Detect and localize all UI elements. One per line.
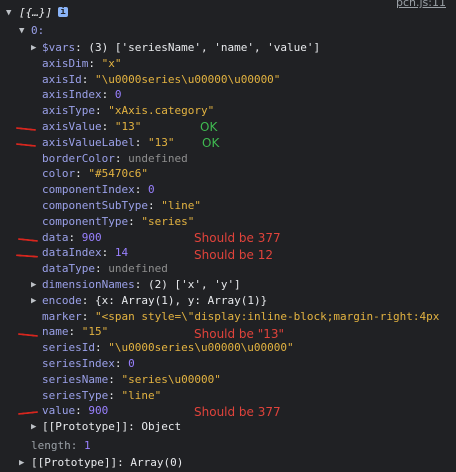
property-row: axisValue: "13" [42,120,142,133]
property-row[interactable]: ▶ encode: {x: Array(1), y: Array(1)} [31,293,267,309]
property-key: [[Prototype]] [42,420,129,434]
property-value: "#5470c6" [88,167,148,181]
property-key: color [42,167,76,181]
property-key: value [42,404,76,418]
property-key: dataType [42,262,95,276]
source-link[interactable]: pch.js:11 [396,0,446,9]
property-row: componentIndex: 0 [42,183,155,197]
property-value: (3) ['seriesName', 'name', 'value'] [88,41,321,54]
item-row[interactable]: ▼ 0: [19,23,44,39]
collapse-arrow-icon[interactable]: ▼ [6,5,16,21]
property-key: seriesType [42,388,109,402]
highlight-mark [15,254,39,258]
property-key: $vars [42,41,76,54]
expand-arrow-icon[interactable]: ▶ [31,277,41,293]
property-key: dataIndex [42,246,102,260]
property-key: axisDim [42,56,89,70]
property-value: "\u0000series\u00000\u00000" [108,341,294,355]
property-value: Object [141,420,182,434]
property-key: seriesId [42,341,95,355]
property-value: "series\u00000" [121,372,221,386]
property-row: data: 900 [42,230,102,244]
property-row[interactable]: ▶ $vars: (3) ['seriesName', 'name', 'valu… [31,40,320,56]
array-header-row[interactable]: ▼ [{…}] [6,5,52,21]
property-key: marker [42,309,82,323]
array-prototype-row[interactable]: ▶ [[Prototype]]: Array(0) [19,455,183,471]
property-row: seriesIndex: 0 [42,357,135,370]
property-row: axisId: "\u0000series\u00000\u00000" [42,72,281,86]
expand-arrow-icon[interactable]: ▶ [31,40,41,56]
property-value: 14 [114,246,129,260]
property-row: name: "15" [42,325,109,339]
property-key: name [42,325,69,339]
expand-arrow-icon[interactable]: ▶ [19,455,29,471]
property-value: "xAxis.category" [108,104,215,118]
property-key: axisId [42,72,82,86]
property-key: borderColor [42,151,115,165]
property-value: undefined [128,151,188,165]
annotation-value: Should be 377 [194,405,281,419]
property-key: seriesIndex [42,357,115,370]
property-value: 900 [81,230,102,244]
property-row: axisDim: "x" [42,56,122,70]
property-key: seriesName [42,372,109,386]
property-row[interactable]: ▶ [[Prototype]]: Object [31,419,181,435]
property-key: axisType [42,104,95,118]
property-value: "\u0000series\u00000\u00000" [95,72,281,86]
property-key: encode [42,293,82,307]
property-key: axisValueLabel [42,135,135,149]
annotation-ok-axisvalue: OK [200,120,218,134]
property-row: axisType: "xAxis.category" [42,104,215,118]
annotation-data: Should be 377 [194,231,281,245]
item-index: 0: [31,24,45,37]
property-value: "15" [81,325,109,339]
property-row: componentType: "series" [42,214,195,228]
collapse-arrow-icon[interactable]: ▼ [19,23,29,39]
property-row: borderColor: undefined [42,151,188,165]
property-value: "series" [141,214,195,228]
expand-arrow-icon[interactable]: ▶ [31,293,41,309]
property-value: undefined [108,262,168,276]
property-key: dimensionNames [42,278,135,291]
property-row: color: "#5470c6" [42,167,148,181]
info-icon[interactable]: i [58,7,68,17]
property-value: "13" [147,135,175,149]
array-header: [{…}] [19,6,53,19]
annotation-ok-axisvaluelabel: OK [202,136,220,150]
property-key: data [42,230,69,244]
property-value: 900 [88,404,109,418]
property-row: marker: "<span style=\"display:inline-bl… [42,309,440,323]
property-value: (2) ['x', 'y'] [147,278,241,291]
property-key: axisValue [42,120,102,133]
property-value: 0 [147,183,155,197]
property-value: "line" [121,388,162,402]
property-row: seriesName: "series\u00000" [42,372,221,386]
annotation-name: Should be "13" [194,327,285,341]
property-value: "<span style=\"display:inline-block;marg… [95,309,440,323]
property-key: componentSubType [42,199,148,212]
property-key: axisIndex [42,88,102,102]
annotation-dataindex: Should be 12 [194,248,274,262]
property-row: seriesType: "line" [42,388,162,402]
property-value: "line" [161,199,201,212]
property-row: componentSubType: "line" [42,199,201,212]
property-row[interactable]: ▶ dimensionNames: (2) ['x', 'y'] [31,277,241,293]
property-key: componentType [42,214,129,228]
property-row: value: 900 [42,404,109,418]
property-row: dataType: undefined [42,262,168,276]
length-row: length: 1 [31,439,91,452]
property-value: 0 [114,88,122,102]
property-value: "13" [114,120,142,133]
property-row: axisIndex: 0 [42,88,122,102]
property-value: "x" [101,56,122,70]
property-value: 0 [128,357,135,370]
property-key: componentIndex [42,183,135,197]
property-row: axisValueLabel: "13" [42,135,175,149]
expand-arrow-icon[interactable]: ▶ [31,419,41,435]
property-value: {x: Array(1), y: Array(1)} [95,293,268,307]
property-row: seriesId: "\u0000series\u00000\u00000" [42,341,294,355]
property-row: dataIndex: 14 [42,246,129,260]
